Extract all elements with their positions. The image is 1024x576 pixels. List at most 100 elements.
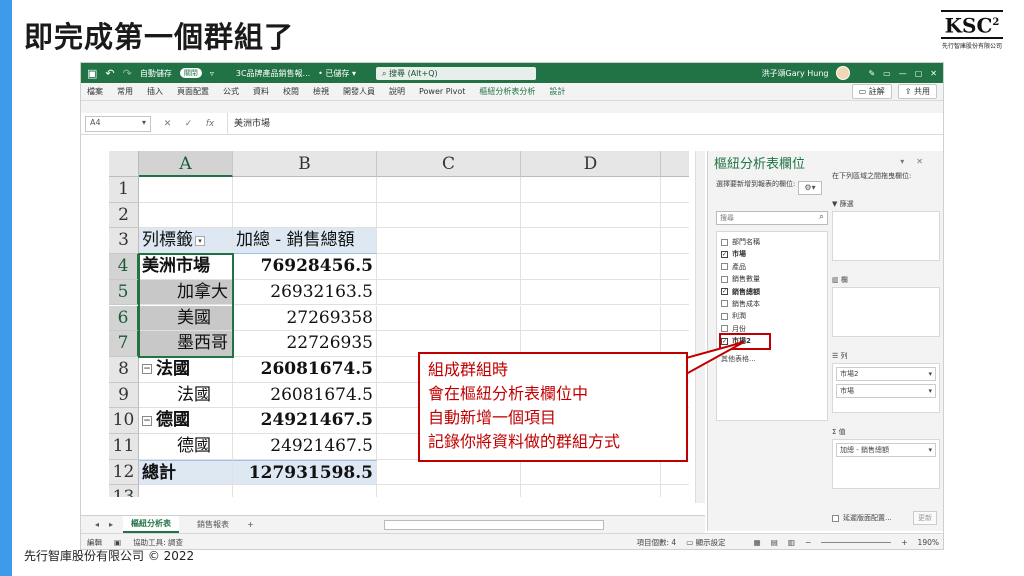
values-area[interactable]: 加總 - 銷售總額 ▾ bbox=[832, 439, 940, 489]
grid-cell[interactable] bbox=[377, 459, 521, 486]
field-item[interactable]: 部門名稱 bbox=[721, 236, 823, 248]
restore-button[interactable]: ▢ bbox=[915, 69, 923, 78]
grid-cell[interactable] bbox=[521, 177, 661, 203]
field-checkbox[interactable] bbox=[721, 300, 728, 308]
pivot-row-label[interactable]: 美國 bbox=[139, 305, 233, 332]
grid-cell[interactable] bbox=[139, 177, 233, 203]
pane-controls[interactable]: ▾✕ bbox=[900, 157, 935, 166]
column-header-d[interactable]: D bbox=[521, 151, 661, 177]
grid-cell[interactable] bbox=[521, 279, 661, 306]
grid-cell[interactable] bbox=[233, 485, 377, 497]
grid-cell[interactable] bbox=[377, 177, 521, 203]
field-item[interactable]: ✓ 銷售總額 bbox=[721, 286, 823, 298]
pivot-grand-total-label[interactable]: 總計 bbox=[139, 459, 233, 486]
pivot-row-label[interactable]: − 法國 bbox=[139, 356, 233, 383]
search-box[interactable]: ⌕ 搜尋 (Alt+Q) bbox=[376, 66, 536, 80]
minimize-button[interactable]: — bbox=[899, 69, 907, 78]
undo-icon[interactable]: ↶ bbox=[105, 67, 114, 80]
field-checkbox[interactable]: ✓ bbox=[721, 288, 728, 296]
saved-state[interactable]: • 已儲存 ▾ bbox=[318, 68, 356, 79]
grid-cell[interactable] bbox=[521, 202, 661, 229]
horizontal-scrollbar[interactable] bbox=[383, 519, 604, 530]
cancel-icon[interactable]: ✕ bbox=[164, 119, 172, 129]
pivot-row-value[interactable]: 27269358 bbox=[233, 305, 377, 332]
grid-cell[interactable] bbox=[521, 305, 661, 332]
rows-item-market2[interactable]: 市場2 ▾ bbox=[836, 367, 936, 381]
zoom-slider[interactable] bbox=[821, 542, 892, 543]
grid-cell[interactable] bbox=[661, 280, 689, 306]
grid-cell[interactable] bbox=[661, 228, 689, 255]
pivot-row-label[interactable]: 法國 bbox=[139, 382, 233, 409]
row-header[interactable]: 1 bbox=[109, 177, 139, 203]
tab-review[interactable]: 校閱 bbox=[283, 86, 299, 97]
pivot-row-labels-header[interactable]: 列標籤 ▾ bbox=[139, 228, 233, 255]
grid-cell[interactable] bbox=[377, 485, 521, 497]
tab-power-pivot[interactable]: Power Pivot bbox=[419, 87, 465, 96]
field-item[interactable]: 銷售數量 bbox=[721, 273, 823, 285]
row-header[interactable]: 2 bbox=[109, 202, 139, 229]
rows-item-market[interactable]: 市場 ▾ bbox=[836, 384, 936, 398]
row-header[interactable]: 6 bbox=[109, 305, 139, 332]
grid-cell[interactable] bbox=[521, 254, 661, 280]
grid-cell[interactable] bbox=[661, 203, 689, 229]
field-checkbox[interactable] bbox=[721, 312, 728, 320]
field-item[interactable]: 月份 bbox=[721, 323, 823, 335]
tab-formulas[interactable]: 公式 bbox=[223, 86, 239, 97]
save-icon[interactable]: ▣ bbox=[87, 67, 97, 80]
tab-page-layout[interactable]: 頁面配置 bbox=[177, 86, 209, 97]
grid-cell[interactable] bbox=[139, 485, 233, 497]
row-header[interactable]: 8 bbox=[109, 356, 139, 383]
collapse-icon[interactable]: − bbox=[142, 364, 152, 375]
row-header[interactable]: 13 bbox=[109, 485, 139, 497]
grid-cell[interactable] bbox=[661, 485, 689, 497]
filters-area[interactable] bbox=[832, 211, 940, 261]
grid-cell[interactable] bbox=[661, 254, 689, 280]
pivot-row-label[interactable]: 加拿大 bbox=[139, 279, 233, 306]
tab-developer[interactable]: 開發人員 bbox=[343, 86, 375, 97]
row-header[interactable]: 12 bbox=[109, 459, 139, 486]
grid-cell[interactable] bbox=[377, 202, 521, 229]
prev-sheet-icon[interactable]: ◂ bbox=[95, 520, 99, 529]
column-header-b[interactable]: B bbox=[233, 151, 377, 177]
row-header[interactable]: 4 bbox=[109, 254, 139, 280]
grid-cell[interactable] bbox=[521, 459, 661, 486]
filter-dropdown-icon[interactable]: ▾ bbox=[195, 235, 205, 246]
field-item[interactable]: 利潤 bbox=[721, 310, 823, 322]
pivot-grand-total-value[interactable]: 127931598.5 bbox=[233, 459, 377, 486]
row-header[interactable]: 7 bbox=[109, 331, 139, 357]
sheet-tab-sales[interactable]: 銷售報表 bbox=[189, 517, 237, 532]
tab-insert[interactable]: 插入 bbox=[147, 86, 163, 97]
field-checkbox[interactable] bbox=[721, 263, 728, 271]
customize-qat-icon[interactable]: ▿ bbox=[210, 69, 214, 78]
pivot-row-label[interactable]: − 德國 bbox=[139, 408, 233, 434]
row-header[interactable]: 3 bbox=[109, 228, 139, 255]
zoom-in-icon[interactable]: + bbox=[901, 538, 907, 547]
avatar[interactable] bbox=[836, 66, 851, 80]
zoom-level[interactable]: 190% bbox=[918, 538, 939, 547]
grid-cell[interactable] bbox=[233, 202, 377, 229]
grid-cell[interactable] bbox=[521, 228, 661, 255]
chevron-down-icon[interactable]: ▾ bbox=[928, 385, 932, 397]
comments-button[interactable]: ▭ 註解 bbox=[851, 84, 892, 99]
column-header-c[interactable]: C bbox=[377, 151, 521, 177]
macro-icon[interactable]: ▣ bbox=[114, 538, 121, 547]
tab-file[interactable]: 檔案 bbox=[87, 86, 103, 97]
chevron-down-icon[interactable]: ▾ bbox=[928, 368, 932, 380]
tab-data[interactable]: 資料 bbox=[253, 86, 269, 97]
file-name[interactable]: 3C品牌產品銷售報... bbox=[236, 68, 310, 79]
page-break-view-icon[interactable]: ▥ bbox=[788, 538, 795, 547]
field-checkbox[interactable]: ✓ bbox=[721, 250, 728, 258]
gear-icon[interactable]: ⚙▾ bbox=[798, 181, 822, 195]
pivot-row-value[interactable]: 26081674.5 bbox=[233, 356, 377, 383]
field-item[interactable]: ✓ 市場 bbox=[721, 248, 823, 260]
defer-update-checkbox[interactable]: 延遲版面配置... bbox=[832, 513, 892, 523]
grid-cell[interactable] bbox=[377, 228, 521, 255]
pivot-row-value[interactable]: 26932163.5 bbox=[233, 279, 377, 306]
field-item[interactable]: 銷售成本 bbox=[721, 298, 823, 310]
pivot-row-label[interactable]: 墨西哥 bbox=[139, 331, 233, 357]
zoom-out-icon[interactable]: − bbox=[805, 538, 811, 547]
pivot-row-value[interactable]: 26081674.5 bbox=[233, 382, 377, 409]
chevron-down-icon[interactable]: ▾ bbox=[928, 444, 932, 456]
normal-view-icon[interactable]: ▦ bbox=[754, 538, 761, 547]
grid-cell[interactable] bbox=[661, 177, 689, 203]
